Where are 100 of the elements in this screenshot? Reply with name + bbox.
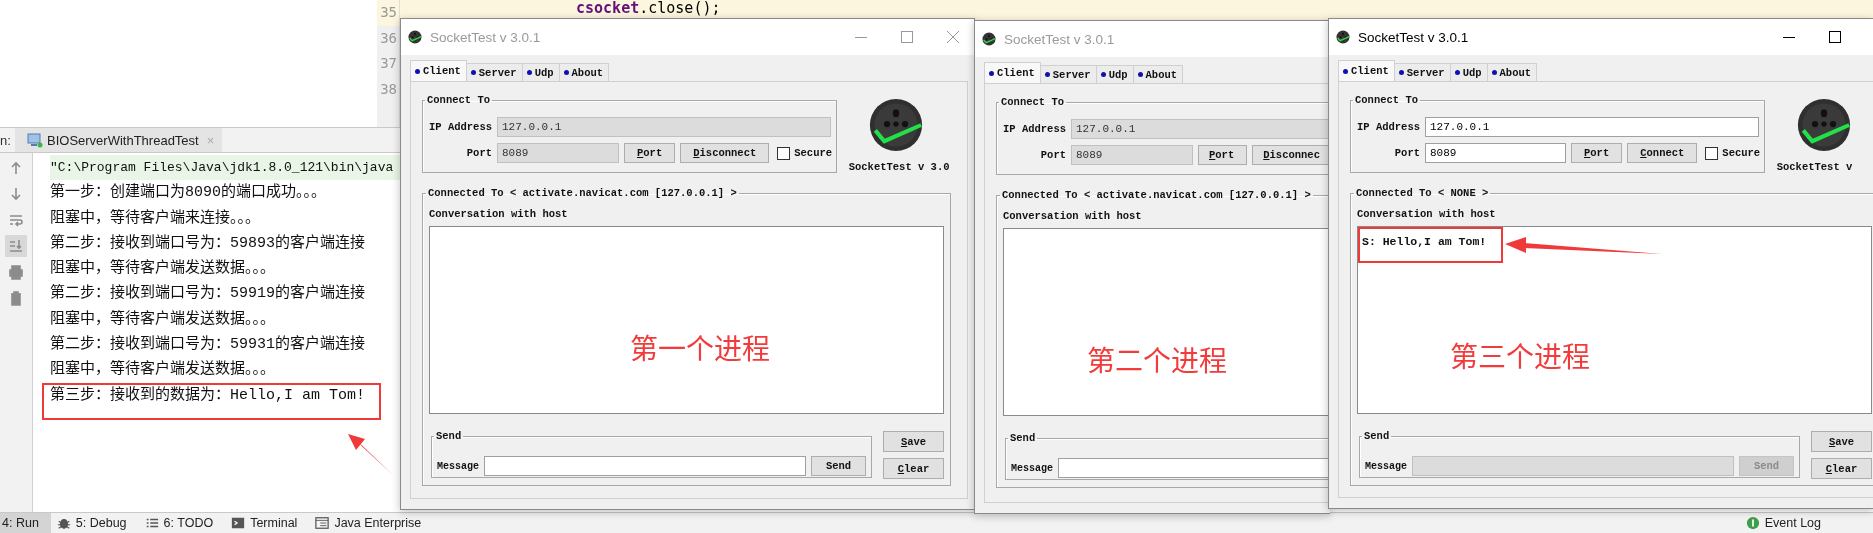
console-line: 第二步：接收到端口号为：59931的客户端连接 — [50, 334, 365, 356]
logo-caption: SocketTest v 3.0 — [848, 161, 951, 173]
dot-icon — [526, 70, 532, 75]
field-label: Conversation with host — [1003, 210, 1143, 222]
logo-icon — [408, 30, 422, 44]
dot-icon — [989, 70, 994, 76]
action-button[interactable]: Disconnect — [680, 143, 770, 163]
group-title: Send — [1363, 430, 1391, 442]
monitor-icon — [27, 132, 43, 148]
tool-window-button[interactable]: Java Enterprise — [309, 513, 434, 533]
console-line: 阻塞中，等待客户端发送数据。。。 — [50, 309, 275, 330]
maximize-icon[interactable] — [1829, 31, 1841, 43]
dot-icon — [1044, 72, 1050, 77]
bug-icon — [56, 516, 71, 530]
conversation-area[interactable]: 第一个进程 — [429, 226, 944, 414]
field-label: Port — [1039, 149, 1066, 161]
action-button[interactable]: Port — [1571, 143, 1623, 163]
message-field[interactable] — [484, 456, 806, 476]
checkbox-label: Secure — [1722, 147, 1761, 159]
conversation-area[interactable]: 第二个进程 — [1003, 228, 1330, 416]
field-label: Message — [437, 460, 479, 472]
field-label: IP Address — [1002, 123, 1066, 135]
tab[interactable]: Udp — [521, 63, 560, 81]
dot-icon — [1491, 70, 1497, 75]
dot-icon — [415, 68, 420, 74]
tab[interactable]: Server — [1039, 65, 1097, 83]
logo-icon — [867, 98, 924, 152]
field-label: Message — [1365, 460, 1407, 472]
dot-icon — [1454, 70, 1460, 75]
line-number: 35 — [377, 0, 400, 26]
tool-window-button[interactable]: 6: TODO — [138, 513, 226, 533]
console-line: 第二步：接收到端口号为：59919的客户端连接 — [50, 283, 365, 305]
terminal-icon — [231, 516, 246, 530]
list-icon — [144, 516, 159, 530]
group-title: Send — [1009, 432, 1037, 444]
field-label: Conversation with host — [1357, 208, 1497, 220]
run-tab[interactable]: BIOServerWithThreadTest × — [15, 128, 223, 152]
action-button[interactable]: Port — [1198, 145, 1248, 165]
group-title: Connect To — [1354, 94, 1419, 106]
scroll-to-end-icon[interactable] — [5, 235, 27, 257]
send-button[interactable]: Send — [811, 456, 866, 476]
tool-window-button[interactable]: Terminal — [225, 513, 310, 533]
annotation-text: 第一个进程 — [630, 327, 770, 367]
console-line: 第二步：接收到端口号为：59893的客户端连接 — [50, 233, 365, 254]
tab[interactable]: Server — [465, 63, 523, 81]
line-number: 38 — [377, 76, 400, 102]
action-button[interactable]: Connect — [1627, 143, 1698, 163]
console-line: 阻塞中，等待客户端来连接。。。 — [50, 208, 260, 229]
ip-field[interactable]: 127.0.0.1 — [1425, 117, 1759, 137]
dot-icon — [563, 70, 569, 75]
console-line: 阻塞中，等待客户端发送数据。。。 — [50, 258, 275, 280]
tool-window-button[interactable]: 5: Debug — [50, 513, 139, 533]
tab[interactable]: Udp — [1095, 65, 1134, 83]
message-text: S: Hello,I am Tom! — [1362, 235, 1487, 248]
annotation-text: 第三个进程 — [1450, 335, 1590, 375]
tab[interactable]: Client — [984, 62, 1041, 83]
logo-icon — [1336, 30, 1350, 44]
group-title: Connected To < activate.navicat.com [127.0.0.1] > — [1001, 189, 1312, 201]
dot-icon — [470, 70, 476, 75]
window-title: SocketTest v 3.0.1 — [430, 29, 541, 45]
port-field[interactable]: 8089 — [1425, 143, 1566, 163]
field-label: Port — [465, 147, 492, 159]
console-line: 阻塞中，等待客户端发送数据。。。 — [50, 359, 275, 381]
grid-window-icon — [315, 516, 330, 530]
logo-icon — [982, 32, 996, 46]
panel-label: n: — [0, 132, 12, 148]
console-line: 第三步：接收到的数据为：Hello,I am Tom! — [50, 385, 367, 406]
tool-window-button[interactable]: 4: Run — [0, 513, 51, 533]
action-button[interactable]: Save — [1811, 431, 1872, 452]
tab[interactable]: Server — [1393, 63, 1451, 81]
console-line: 第一步：创建端口为8090的端口成功。。。 — [50, 182, 326, 204]
tab[interactable]: Client — [410, 60, 467, 81]
field-label: Message — [1011, 462, 1053, 474]
action-button[interactable]: Clear — [1811, 458, 1872, 479]
group-title: Connect To — [426, 94, 491, 106]
dot-icon — [1343, 68, 1348, 74]
event-log-button[interactable]: Event Log — [1739, 513, 1833, 533]
close-icon[interactable] — [947, 31, 959, 43]
logo-icon — [1795, 98, 1852, 152]
message-field[interactable] — [1058, 458, 1330, 478]
action-button[interactable]: Disconnec — [1252, 145, 1330, 165]
tab[interactable]: Client — [1338, 60, 1395, 81]
checkbox[interactable] — [1705, 146, 1719, 160]
line-number: 36 — [377, 25, 400, 51]
group-title: Connected To < NONE > — [1355, 187, 1490, 199]
conversation-area[interactable]: S: Hello,I am Tom! 第三个进程 — [1357, 226, 1872, 414]
tab[interactable]: About — [1486, 63, 1538, 81]
logo-caption: SocketTest v — [1776, 161, 1854, 173]
action-button[interactable]: Port — [624, 143, 676, 163]
annotation-text: 第二个进程 — [1087, 339, 1227, 379]
line-number: 37 — [377, 51, 400, 77]
dot-icon — [1398, 70, 1404, 75]
balloon-icon — [1745, 516, 1760, 530]
tab[interactable]: Udp — [1449, 63, 1488, 81]
tab[interactable]: About — [558, 63, 610, 81]
checkbox[interactable] — [777, 146, 791, 160]
dot-icon — [1137, 72, 1143, 77]
action-button[interactable]: Save — [883, 431, 944, 452]
tab[interactable]: About — [1132, 65, 1184, 83]
action-button[interactable]: Clear — [883, 458, 944, 479]
